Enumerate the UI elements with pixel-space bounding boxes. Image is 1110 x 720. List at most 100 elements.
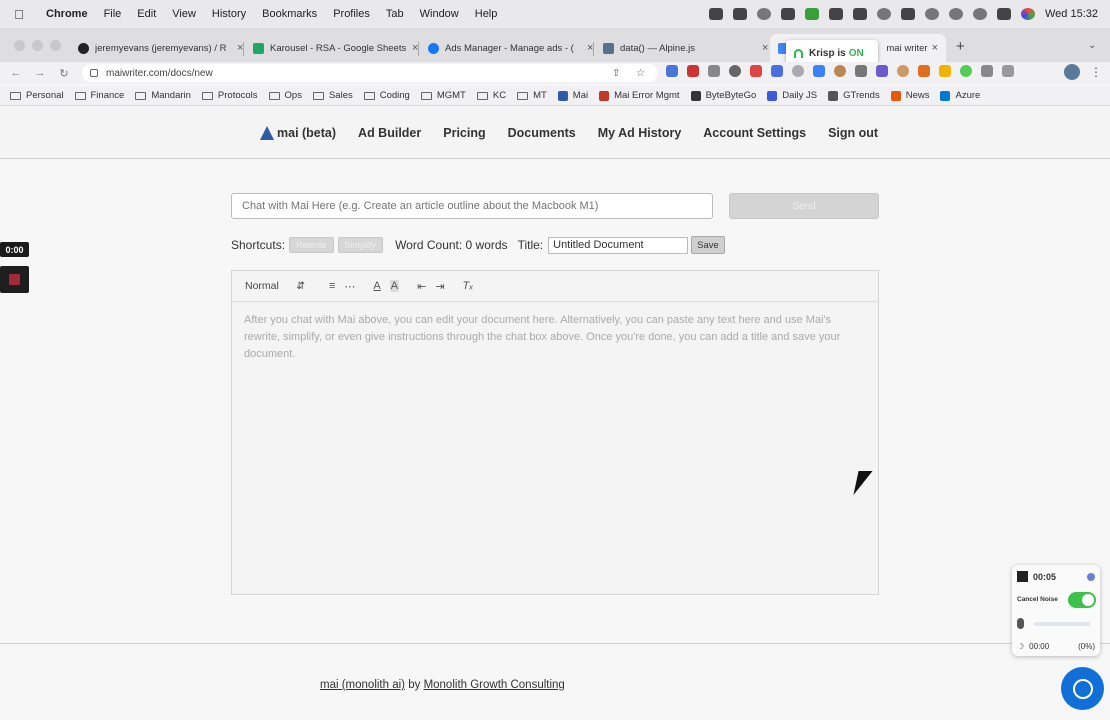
menubar-clock[interactable]: Wed 15:32 [1045,8,1098,20]
new-tab-button[interactable]: + [956,38,965,55]
tab-google-sheets[interactable]: Karousel - RSA - Google Sheets × [245,34,426,62]
send-button[interactable]: Send [729,193,879,219]
bookmark-gtrends[interactable]: GTrends [828,90,880,101]
maximize-window-button[interactable] [50,40,61,51]
close-window-button[interactable] [14,40,25,51]
puzzle-icon[interactable] [981,65,993,77]
bookmark-coding[interactable]: Coding [363,90,410,101]
save-button[interactable]: Save [691,236,725,254]
profile-avatar[interactable] [1064,64,1080,80]
bookmark-personal[interactable]: Personal [10,90,64,101]
menu-profiles[interactable]: Profiles [325,8,378,20]
nav-my-ad-history[interactable]: My Ad History [598,126,682,140]
cat-icon[interactable] [780,8,795,20]
forward-button[interactable]: → [28,67,52,79]
crop-icon[interactable] [732,8,747,20]
bookmark-finance[interactable]: Finance [74,90,124,101]
tab-github[interactable]: jeremyevans (jeremyevans) / R × [70,34,251,62]
share-icon[interactable]: ⇧ [612,68,620,79]
address-bar[interactable]: maiwriter.com/docs/new ⇧ ☆ [82,64,658,82]
bluetooth-icon[interactable] [972,8,987,20]
support-chat-button[interactable] [1061,667,1104,710]
outdent-icon[interactable]: ⇤ [417,280,426,293]
extension-icon[interactable] [960,65,972,77]
simplify-button[interactable]: Simplify [337,237,384,253]
battery-icon[interactable] [852,8,867,20]
screen-share-icon[interactable] [708,8,723,20]
format-select[interactable]: Normal ⇵ [245,280,311,292]
krisp-menubar-icon[interactable] [804,8,819,20]
extension-icon[interactable] [687,65,699,77]
nav-pricing[interactable]: Pricing [443,126,485,140]
extension-icon[interactable] [918,65,930,77]
extension-icon[interactable] [750,65,762,77]
close-tab-icon[interactable]: × [932,42,938,54]
menu-edit[interactable]: Edit [129,8,164,20]
nav-documents[interactable]: Documents [508,126,576,140]
menu-app[interactable]: Chrome [38,8,96,20]
menu-history[interactable]: History [204,8,254,20]
extension-icon[interactable] [708,65,720,77]
title-input[interactable] [548,236,689,254]
wifi-icon[interactable] [924,8,939,20]
ordered-list-icon[interactable]: ≡ [329,280,335,293]
back-button[interactable]: ← [4,67,28,79]
extension-icon[interactable] [897,65,909,77]
extension-icon[interactable] [792,65,804,77]
menu-help[interactable]: Help [467,8,506,20]
extension-icon[interactable] [939,65,951,77]
editor-body[interactable]: After you chat with Mai above, you can e… [232,302,878,373]
minimize-window-button[interactable] [32,40,43,51]
text-color-icon[interactable]: A [373,280,380,292]
bookmark-star-icon[interactable]: ☆ [636,68,645,79]
network-icon[interactable] [900,8,915,20]
bookmark-mai[interactable]: Mai [557,90,588,101]
bookmark-ops[interactable]: Ops [268,90,302,101]
bookmark-kc[interactable]: KC [476,90,506,101]
bookmark-protocols[interactable]: Protocols [201,90,258,101]
extension-icon[interactable] [666,65,678,77]
camera-icon[interactable] [729,65,741,77]
bookmark-news[interactable]: News [890,90,929,101]
indent-icon[interactable]: ⇥ [435,280,444,293]
stop-recording-button[interactable] [0,266,29,293]
bookmark-mai-error-mgmt[interactable]: Mai Error Mgmt [599,90,680,101]
menu-file[interactable]: File [96,8,130,20]
menu-view[interactable]: View [164,8,204,20]
nav-ad-builder[interactable]: Ad Builder [358,126,421,140]
extension-icon[interactable] [771,65,783,77]
rewrite-button[interactable]: Rewrite [289,237,334,253]
bookmark-sales[interactable]: Sales [312,90,353,101]
bullet-list-icon[interactable]: ⋯ [344,280,355,293]
extension-icon[interactable] [813,65,825,77]
eyedropper-icon[interactable] [855,65,867,77]
bookmark-mandarin[interactable]: Mandarin [135,90,191,101]
bookmark-daily-js[interactable]: Daily JS [767,90,817,101]
extension-icon[interactable] [834,65,846,77]
menu-window[interactable]: Window [412,8,467,20]
cancel-noise-toggle[interactable] [1068,592,1096,608]
tab-ads-manager[interactable]: Ads Manager - Manage ads - ( × [420,34,601,62]
search-icon[interactable] [948,8,963,20]
microphone-icon[interactable] [1017,618,1024,629]
chrome-menu-icon[interactable]: ⋮ [1090,65,1102,79]
apple-icon[interactable]:  [0,7,38,22]
tab-search-icon[interactable]: ⌄ [1088,40,1096,51]
brand-link[interactable]: mai (beta) [260,126,336,140]
menu-bookmarks[interactable]: Bookmarks [254,8,325,20]
close-tab-icon[interactable]: × [762,42,768,54]
lock-icon[interactable] [90,69,98,77]
reload-button[interactable]: ↻ [52,67,76,80]
siri-icon[interactable] [1020,8,1035,20]
url-text[interactable]: maiwriter.com/docs/new [106,68,213,79]
tab-alpinejs[interactable]: data() — Alpine.js × [595,34,776,62]
bookmark-mgmt[interactable]: MGMT [420,90,466,101]
menu-tab[interactable]: Tab [378,8,412,20]
chat-input[interactable] [231,193,713,219]
background-color-icon[interactable]: A [389,280,400,292]
footer-link-mai[interactable]: mai (monolith ai) [320,679,405,691]
pin-icon[interactable] [828,8,843,20]
clear-format-icon[interactable]: Tₓ [463,280,474,292]
gear-icon[interactable] [876,8,891,20]
krisp-settings-icon[interactable] [1087,572,1095,581]
